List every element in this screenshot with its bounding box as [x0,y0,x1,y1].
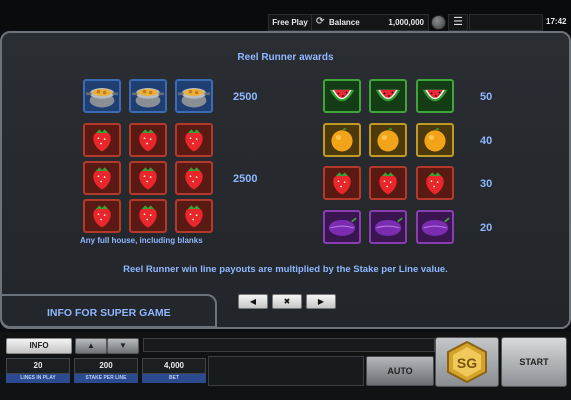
pot-symbol [129,79,167,113]
info-button[interactable]: INFO [6,338,72,354]
triangle-up-icon: ▲ [87,341,95,350]
strawberry-symbol [175,199,213,233]
payout-pot: 2500 [233,91,258,103]
sg-logo-icon: SG [447,340,487,384]
paytable-title: Reel Runner awards [237,52,334,63]
close-icon: ✖ [283,297,291,306]
strawberry-symbol [129,123,167,157]
auto-button[interactable]: AUTO [366,356,434,386]
strawberry-symbol [369,166,407,200]
refresh-icon[interactable]: ⟳ [316,16,324,27]
strawberry-symbol [83,161,121,195]
win-message-box [208,356,364,386]
sound-toggle-button[interactable] [431,15,446,30]
orange-symbol [369,123,407,157]
strawberry-symbol [175,123,213,157]
next-page-button[interactable]: ▶ [306,294,336,309]
plum-symbol [416,210,454,244]
strawberry-symbol [323,166,361,200]
payout-orange: 40 [480,135,493,147]
watermelon-symbol [323,79,361,113]
triangle-down-icon: ▼ [119,341,127,350]
lines-in-play-label: LINES IN PLAY [6,374,70,383]
balance-label: Balance [329,18,360,27]
strawberry-symbol [416,166,454,200]
status-bar [143,338,435,352]
orange-symbol [323,123,361,157]
strawberry-symbol [129,199,167,233]
payout-plum: 20 [480,222,493,234]
payout-strawberry-block: 2500 [233,173,258,185]
payout-strawberry: 30 [480,178,493,190]
logo-text: SG [457,355,477,371]
bet-label: BET [142,374,206,383]
prev-page-button[interactable]: ◀ [238,294,268,309]
menu-button[interactable]: ☰ [448,14,468,31]
strawberry-symbol [175,161,213,195]
hamburger-icon: ☰ [453,16,463,28]
info-super-game-label: INFO FOR SUPER GAME [47,307,171,319]
stake-per-line-label: STAKE PER LINE [74,374,138,383]
orange-symbol [416,123,454,157]
balance-display: ⟳ Balance 1,000,000 [311,14,429,31]
free-play-badge: Free Play [268,14,312,31]
stake-per-line-value: 200 [74,358,138,374]
pot-symbol [83,79,121,113]
super-game-button[interactable]: SG [435,337,499,387]
top-bar: Free Play ⟳ Balance 1,000,000 ☰ 17:42 [0,0,571,31]
chevron-right-icon: ▶ [317,297,325,306]
strawberry-symbol [129,161,167,195]
chevron-left-icon: ◀ [249,297,257,306]
info-super-game-tab[interactable]: INFO FOR SUPER GAME [0,294,217,328]
payout-watermelon: 50 [480,91,493,103]
message-field [469,14,543,31]
clock: 17:42 [546,17,567,26]
payout-footnote: Reel Runner win line payouts are multipl… [123,264,448,275]
full-house-note: Any full house, including blanks [80,236,203,245]
watermelon-symbol [369,79,407,113]
close-paytable-button[interactable]: ✖ [272,294,302,309]
balance-value: 1,000,000 [388,18,424,27]
bet-value: 4,000 [142,358,206,374]
decrease-button[interactable]: ▼ [107,338,139,354]
watermelon-symbol [416,79,454,113]
start-button[interactable]: START [501,337,567,387]
increase-button[interactable]: ▲ [75,338,107,354]
pot-symbol [175,79,213,113]
strawberry-symbol [83,123,121,157]
plum-symbol [369,210,407,244]
lines-in-play-value: 20 [6,358,70,374]
plum-symbol [323,210,361,244]
strawberry-symbol [83,199,121,233]
